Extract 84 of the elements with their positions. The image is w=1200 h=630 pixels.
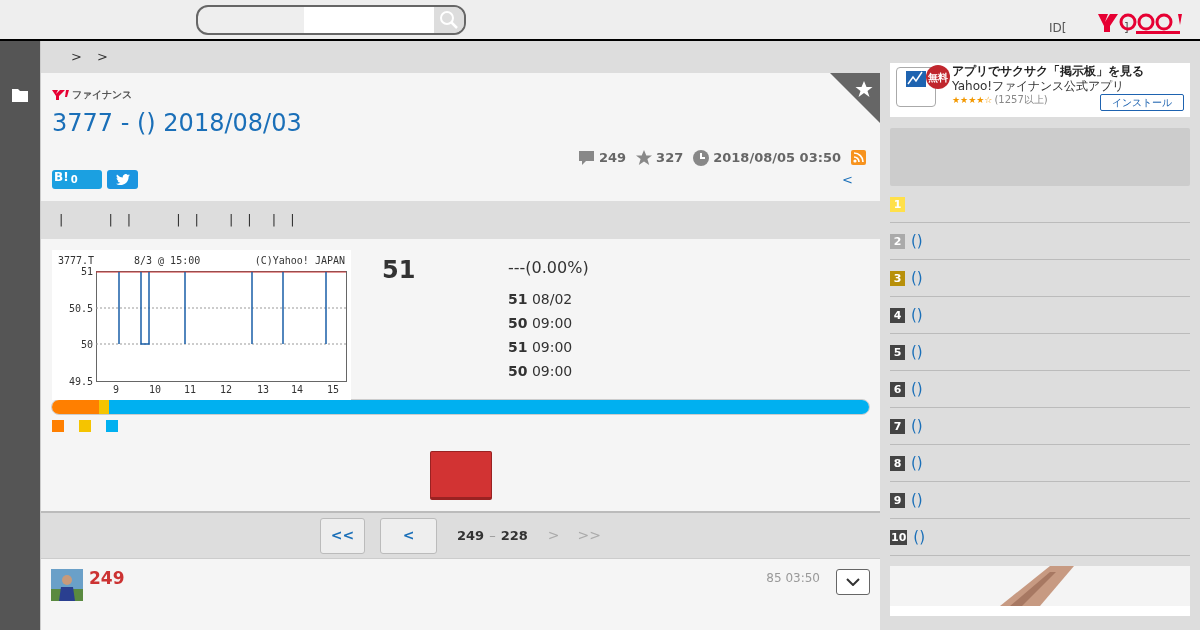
rating-count: (1257以上): [994, 94, 1048, 106]
rank-badge: 8: [890, 455, 905, 471]
quote-row-text: 50 09:00: [508, 362, 574, 380]
tab-separator: |: [176, 211, 181, 230]
install-button[interactable]: インストール: [1100, 94, 1184, 111]
tab-separator: |: [228, 211, 234, 230]
rank-badge: 10: [890, 529, 908, 545]
previous-page-button[interactable]: <: [380, 517, 437, 554]
ranking-link[interactable]: (): [911, 303, 923, 327]
x-axis-label: 12: [220, 384, 233, 396]
ranking-link[interactable]: (): [911, 488, 923, 512]
rank-badge: 6: [890, 381, 905, 397]
first-page-button[interactable]: <<: [320, 517, 365, 554]
corner-ribbon[interactable]: [830, 73, 880, 123]
search-icon[interactable]: [434, 7, 464, 33]
breadcrumb-separator: >: [71, 48, 82, 67]
chart-credit: (C)Yahoo! JAPAN: [254, 254, 345, 268]
range-start: 249: [457, 526, 485, 545]
price-change: ---(0.00%): [508, 257, 589, 279]
post-menu-button[interactable]: [836, 569, 870, 595]
rank-badge: 9: [890, 492, 905, 508]
ranking-link[interactable]: (): [913, 525, 926, 549]
brand-text: ファイナンス: [72, 88, 132, 102]
folder-icon[interactable]: [12, 88, 28, 102]
ranking-link[interactable]: (): [911, 340, 923, 364]
clock-icon: [693, 149, 710, 166]
rank-badge: 7: [890, 418, 905, 434]
star-count: 327: [656, 149, 684, 167]
login-text[interactable]: ID[: [1049, 19, 1067, 37]
chart-time: 8/3 @ 15:00: [134, 254, 201, 268]
chart-symbol: 3777.T: [58, 254, 95, 267]
x-axis-label: 11: [184, 384, 197, 396]
ranking-link[interactable]: (): [911, 229, 923, 253]
star-icon: [636, 149, 653, 166]
breadcrumb-separator: >: [96, 48, 108, 67]
twitter-button[interactable]: [107, 169, 138, 189]
range-end: 228: [500, 526, 528, 545]
current-price: 51: [382, 256, 416, 284]
ad-app-name: Yahoo!ファイナンス公式アプリ: [952, 79, 1126, 94]
range-dash: –: [489, 526, 496, 545]
rank-badge: 1: [890, 196, 905, 212]
chevron-down-icon: [846, 578, 860, 586]
yahoo-mark-icon: [52, 88, 70, 101]
tab-separator: |: [194, 211, 199, 230]
star-rating: ★★★★☆: [952, 94, 993, 106]
page-title: 3777 - () 2018/08/03: [52, 108, 303, 138]
post-number: 249: [89, 569, 125, 587]
quote-row-text: 51 09:00: [508, 338, 574, 356]
back-link[interactable]: <: [842, 169, 853, 189]
ranking-link[interactable]: (): [911, 451, 923, 475]
x-axis-label: 10: [149, 384, 162, 396]
x-axis-label: 14: [291, 384, 304, 396]
quote-row-text: 50 09:00: [508, 314, 574, 332]
tab-separator: |: [247, 211, 252, 230]
tab-separator: |: [108, 211, 113, 230]
bird-icon: [115, 173, 130, 185]
ranking-link[interactable]: (): [911, 377, 923, 401]
y-axis-label: 50.5: [68, 302, 93, 315]
search-field[interactable]: [196, 5, 466, 35]
bookmark-label: B!: [54, 169, 69, 184]
rank-badge: 3: [890, 270, 905, 286]
x-axis-label: 15: [327, 384, 340, 396]
x-axis-label: 9: [113, 384, 120, 396]
ranking-link[interactable]: (): [911, 414, 923, 438]
comment-count: 249: [598, 149, 627, 167]
tab-separator: |: [126, 211, 132, 230]
rank-badge: 2: [890, 233, 905, 249]
rank-badge: 5: [890, 344, 905, 360]
ranking-link[interactable]: (): [911, 266, 923, 290]
comment-icon: [577, 149, 595, 166]
bookmark-count: 0: [70, 172, 78, 187]
y-axis-label: 51: [80, 266, 93, 278]
post-time: 85 03:50: [766, 570, 820, 587]
rank-badge: 4: [890, 307, 905, 323]
ad-headline: アプリでサクサク「掲示板」を見る: [952, 63, 1144, 79]
tab-separator: |: [59, 211, 64, 230]
tab-separator: |: [271, 211, 277, 230]
free-badge: 無料: [926, 65, 950, 89]
y-axis-label: 50: [80, 339, 93, 351]
quote-row-text: 51 08/02: [508, 290, 574, 308]
y-axis-label: 49.5: [68, 375, 93, 388]
x-axis-label: 13: [257, 384, 270, 396]
tab-separator: |: [290, 211, 295, 230]
post-datetime: 2018/08/05 03:50: [713, 149, 841, 167]
